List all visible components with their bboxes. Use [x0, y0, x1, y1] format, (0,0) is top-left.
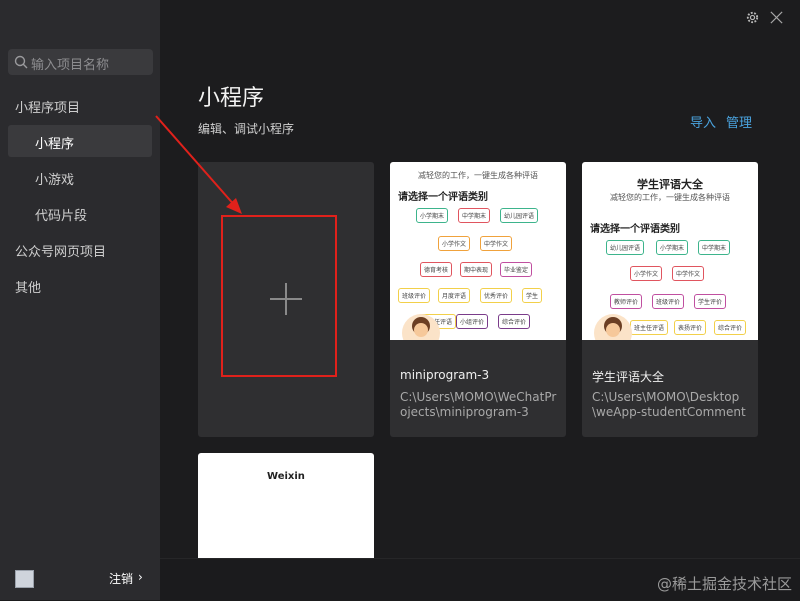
thumb-tag: 德育考核	[420, 262, 453, 277]
thumb-line: 减轻您的工作，一键生成各种评语	[610, 193, 730, 202]
thumb-tag: 小学期末	[656, 240, 689, 255]
manage-link[interactable]: 管理	[726, 112, 752, 131]
project-card-weixin[interactable]: Weixin	[198, 453, 374, 563]
thumb-tag: 班主任评语	[630, 320, 669, 335]
project-name: miniprogram-3	[400, 368, 490, 382]
sidebar-item-other[interactable]: 其他	[15, 277, 41, 296]
watermark-text: @稀土掘金技术社区	[656, 575, 792, 593]
thumb-tag: 小组评价	[456, 314, 489, 329]
weixin-card-title: Weixin	[267, 471, 305, 482]
thumb-tag: 学生评价	[694, 294, 727, 309]
page-title: 小程序	[198, 86, 265, 111]
thumb-tag: 学生	[522, 288, 543, 303]
sidebar-footer: 注销 ›	[0, 558, 160, 600]
thumb-tag: 班级评价	[398, 288, 431, 303]
thumb-heading: 请选择一个评语类别	[398, 192, 488, 203]
import-link[interactable]: 导入	[690, 112, 716, 131]
thumb-tag: 小学期末	[416, 208, 449, 223]
thumb-tag: 综合评价	[714, 320, 747, 335]
search-icon	[14, 55, 28, 69]
avatar[interactable]	[15, 570, 34, 588]
plus-icon[interactable]	[270, 283, 302, 315]
thumb-tag: 中学期末	[458, 208, 491, 223]
thumb-tag: 月度评语	[438, 288, 471, 303]
thumb-tag: 小学作文	[630, 266, 663, 281]
thumb-heading: 请选择一个评语类别	[590, 224, 680, 235]
project-thumbnail: 减轻您的工作，一键生成各种评语 请选择一个评语类别 小学期末 中学期末 幼儿园评…	[390, 162, 566, 340]
thumb-tag: 中学作文	[480, 236, 513, 251]
student-avatar-image	[594, 314, 632, 340]
sidebar: 输入项目名称 小程序项目 小程序 小游戏 代码片段 公众号网页项目 其他 注销 …	[0, 0, 160, 600]
thumb-tag: 中学期末	[698, 240, 731, 255]
thumb-tag: 优秀评价	[480, 288, 513, 303]
project-path: C:\Users\MOMO\Desktop\weApp-studentComme…	[592, 390, 746, 419]
thumb-tag: 幼儿园评语	[500, 208, 539, 223]
thumb-tag: 期中表现	[460, 262, 493, 277]
sidebar-item-miniprogram-projects[interactable]: 小程序项目	[15, 97, 80, 116]
project-card-student-comment[interactable]: 学生评语大全 减轻您的工作，一键生成各种评语 请选择一个评语类别 幼儿园评语 小…	[582, 162, 758, 437]
thumb-title: 学生评语大全	[637, 178, 703, 191]
thumb-tag: 中学作文	[672, 266, 705, 281]
logout-button[interactable]: 注销	[109, 570, 133, 587]
thumb-tag: 表扬评价	[674, 320, 707, 335]
thumb-tag: 幼儿园评语	[606, 240, 645, 255]
page-subtitle: 编辑、调试小程序	[198, 122, 295, 136]
thumb-tag: 教师评价	[610, 294, 643, 309]
project-thumbnail: 学生评语大全 减轻您的工作，一键生成各种评语 请选择一个评语类别 幼儿园评语 小…	[582, 162, 758, 340]
thumb-tag: 小学作文	[438, 236, 471, 251]
sidebar-item-active-bg	[8, 125, 152, 157]
sidebar-item-minigame[interactable]: 小游戏	[35, 169, 74, 188]
close-icon[interactable]	[769, 10, 784, 25]
thumb-line: 减轻您的工作，一键生成各种评语	[418, 171, 538, 180]
search-input[interactable]: 输入项目名称	[31, 54, 109, 73]
sidebar-item-official-account[interactable]: 公众号网页项目	[15, 241, 106, 260]
chevron-right-icon: ›	[138, 570, 143, 584]
sidebar-item-code-snippet[interactable]: 代码片段	[35, 205, 87, 224]
search-box[interactable]: 输入项目名称	[8, 49, 153, 75]
project-name: 学生评语大全	[592, 370, 665, 384]
thumb-tag: 毕业鉴定	[500, 262, 533, 277]
thumb-tag: 班级评价	[652, 294, 685, 309]
thumb-tag: 综合评价	[498, 314, 531, 329]
project-path: C:\Users\MOMO\WeChatProjects\miniprogram…	[400, 390, 557, 419]
sidebar-item-miniprogram[interactable]: 小程序	[35, 133, 74, 152]
project-card-miniprogram-3[interactable]: 减轻您的工作，一键生成各种评语 请选择一个评语类别 小学期末 中学期末 幼儿园评…	[390, 162, 566, 437]
gear-icon[interactable]	[745, 10, 760, 25]
